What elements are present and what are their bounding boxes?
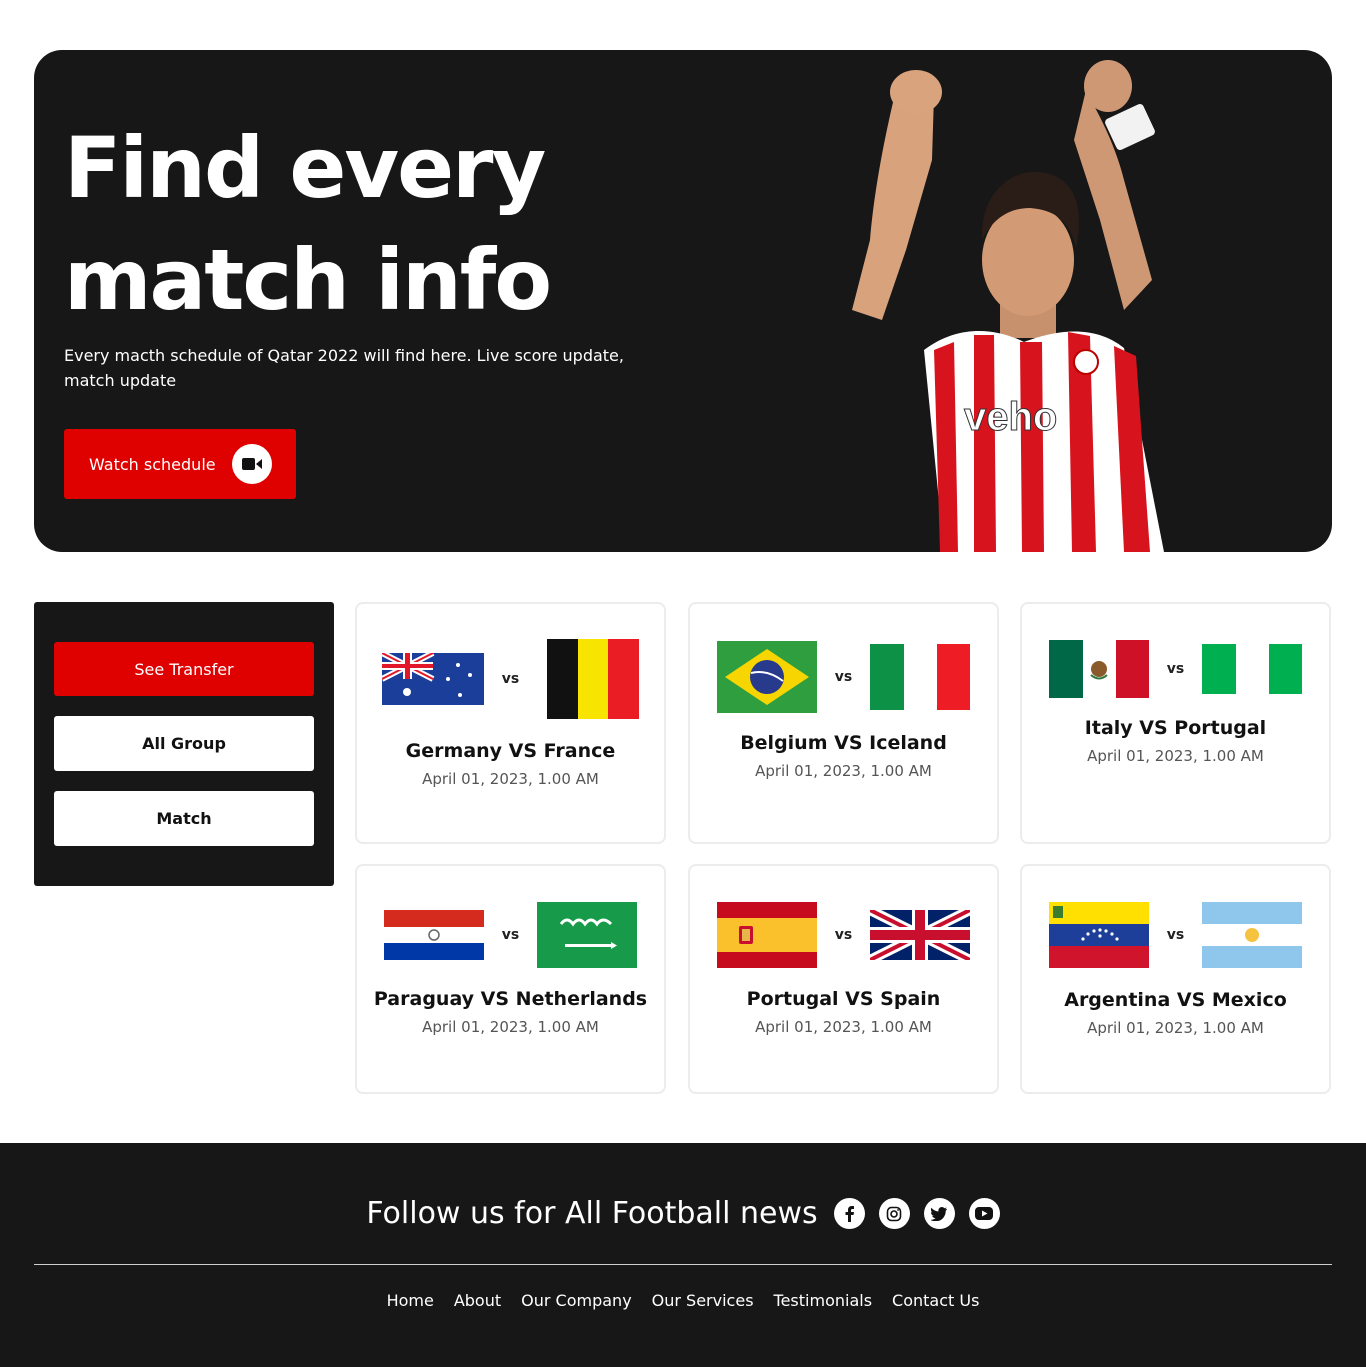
match-date: April 01, 2023, 1.00 AM	[1087, 1019, 1264, 1037]
match-title: Belgium VS Iceland	[740, 732, 947, 754]
paraguay-flag-icon	[383, 910, 484, 960]
match-card[interactable]: vs Germany VS France April 01, 2023, 1.0…	[355, 602, 666, 844]
match-card[interactable]: vs Italy VS Portugal April 01, 2023, 1.0…	[1020, 602, 1331, 844]
footer-nav-our-services[interactable]: Our Services	[652, 1291, 754, 1310]
footer-nav-our-company[interactable]: Our Company	[521, 1291, 632, 1310]
sidebar-panel: See Transfer All Group Match	[34, 602, 334, 886]
video-camera-icon	[232, 444, 272, 484]
spain-flag-icon	[716, 902, 817, 968]
match-button[interactable]: Match	[54, 791, 314, 846]
match-title: Argentina VS Mexico	[1064, 989, 1287, 1011]
hero-banner: Find every match info Every macth schedu…	[34, 50, 1332, 552]
argentina-flag-icon	[1202, 902, 1303, 968]
footer-nav-testimonials[interactable]: Testimonials	[774, 1291, 873, 1310]
hero-subtitle: Every macth schedule of Qatar 2022 will …	[64, 346, 624, 390]
facebook-icon[interactable]	[833, 1198, 865, 1229]
match-title: Portugal VS Spain	[746, 988, 941, 1010]
footer-nav: Home About Our Company Our Services Test…	[0, 1291, 1366, 1310]
vs-label: vs	[834, 669, 853, 685]
vs-label: vs	[1166, 927, 1185, 943]
all-group-button[interactable]: All Group	[54, 716, 314, 771]
match-card[interactable]: vs Belgium VS Iceland April 01, 2023, 1.…	[688, 602, 999, 844]
match-date: April 01, 2023, 1.00 AM	[1087, 747, 1264, 765]
footer-nav-contact-us[interactable]: Contact Us	[892, 1291, 979, 1310]
vs-label: vs	[501, 671, 520, 687]
vs-label: vs	[501, 927, 520, 943]
vs-label: vs	[834, 927, 853, 943]
footer-divider	[34, 1264, 1332, 1265]
match-date: April 01, 2023, 1.00 AM	[422, 1018, 599, 1036]
venezuela-flag-icon	[1048, 902, 1149, 968]
match-card[interactable]: vs Argentina VS Mexico April 01, 2023, 1…	[1020, 864, 1331, 1094]
match-title: Italy VS Portugal	[1084, 717, 1267, 739]
united-kingdom-flag-icon	[870, 910, 971, 960]
match-title: Germany VS France	[405, 740, 616, 762]
vs-label: vs	[1166, 661, 1185, 677]
match-card[interactable]: vs Portugal VS Spain April 01, 2023, 1.0…	[688, 864, 999, 1094]
australia-flag-icon	[381, 653, 484, 705]
site-footer: Follow us for All Football news Home Abo…	[0, 1143, 1366, 1367]
player-photo: veho	[852, 60, 1164, 552]
footer-nav-home[interactable]: Home	[387, 1291, 434, 1310]
follow-row: Follow us for All Football news	[0, 1196, 1366, 1231]
match-card[interactable]: vs Paraguay VS Netherlands April 01, 202…	[355, 864, 666, 1094]
follow-text: Follow us for All Football news	[366, 1196, 818, 1231]
match-date: April 01, 2023, 1.00 AM	[422, 770, 599, 788]
saudi-arabia-flag-icon	[537, 902, 638, 968]
hero-title: Find every match info	[64, 119, 552, 329]
match-date: April 01, 2023, 1.00 AM	[755, 1018, 932, 1036]
match-title: Paraguay VS Netherlands	[373, 988, 648, 1010]
twitter-icon[interactable]	[923, 1198, 955, 1229]
see-transfer-button[interactable]: See Transfer	[54, 642, 314, 696]
instagram-icon[interactable]	[878, 1198, 910, 1229]
nigeria-flag-icon	[1202, 644, 1303, 694]
brazil-flag-icon	[716, 641, 817, 713]
watch-schedule-label: Watch schedule	[89, 454, 216, 474]
belgium-flag-icon	[547, 639, 640, 719]
italy-flag-icon	[870, 644, 971, 710]
player-shirt-sponsor: veho	[964, 395, 1057, 439]
watch-schedule-button[interactable]: Watch schedule	[64, 429, 296, 499]
match-date: April 01, 2023, 1.00 AM	[755, 762, 932, 780]
mexico-flag-icon	[1048, 640, 1149, 698]
youtube-icon[interactable]	[968, 1198, 1000, 1229]
footer-nav-about[interactable]: About	[454, 1291, 501, 1310]
